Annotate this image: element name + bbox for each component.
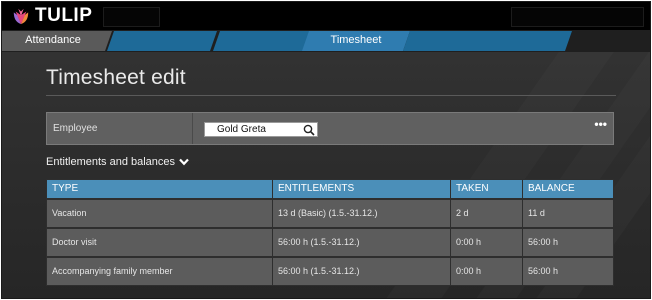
cell-type: Accompanying family member [46,255,273,286]
entitlements-toggle[interactable]: Entitlements and balances [46,156,189,168]
search-icon[interactable] [303,124,315,136]
tab-blank-3-shape [403,31,572,51]
column-header-taken[interactable]: TAKEN [450,179,523,199]
chevron-down-icon [179,158,189,166]
brand-name: TULIP [35,5,93,26]
column-header-balance[interactable]: BALANCE [522,179,614,199]
tab-blank-1-shape [107,31,217,51]
cell-entitlements: 56:00 h (1.5.-31.12.) [272,226,451,257]
employee-row: Employee Gold Greta ••• [46,112,614,145]
tab-strip: Attendance Timesheet [2,30,650,52]
table-row[interactable]: Accompanying family member 56:00 h (1.5.… [46,255,614,286]
cell-taken: 0:00 h [450,255,523,286]
entitlements-heading: Entitlements and balances [46,156,176,168]
field-divider [192,113,193,144]
cell-entitlements: 56:00 h (1.5.-31.12.) [272,255,451,286]
table-row[interactable]: Doctor visit 56:00 h (1.5.-31.12.) 0:00 … [46,226,614,257]
more-options-button[interactable]: ••• [594,118,607,130]
employee-search-input[interactable]: Gold Greta [204,122,318,137]
employee-label: Employee [53,123,98,134]
tab-timesheet[interactable]: Timesheet [302,31,410,51]
cell-balance: 56:00 h [522,255,614,286]
top-bar: TULIP [2,2,650,30]
redacted-area-right [511,7,644,27]
redacted-area-left [103,7,160,27]
tab-label: Timesheet [330,34,382,46]
page-title: Timesheet edit [46,66,186,89]
tab-attendance[interactable]: Attendance [2,31,112,51]
main-content: Timesheet edit Employee Gold Greta ••• E… [2,52,650,298]
employee-value: Gold Greta [217,124,266,135]
table-row[interactable]: Vacation 13 d (Basic) (1.5.-31.12.) 2 d … [46,197,614,228]
table-header-row: TYPE ENTITLEMENTS TAKEN BALANCE [46,179,614,199]
app-window: TULIP Attendance Timesheet Timesheet edi… [1,1,651,299]
cell-taken: 2 d [450,197,523,228]
entitlements-table: TYPE ENTITLEMENTS TAKEN BALANCE Vacation… [46,179,614,286]
cell-type: Doctor visit [46,226,273,257]
tab-blank-3[interactable] [403,31,572,51]
cell-balance: 11 d [522,197,614,228]
column-header-entitlements[interactable]: ENTITLEMENTS [272,179,451,199]
title-divider [46,95,616,96]
cell-entitlements: 13 d (Basic) (1.5.-31.12.) [272,197,451,228]
column-header-type[interactable]: TYPE [46,179,273,199]
cell-balance: 56:00 h [522,226,614,257]
tab-blank-1[interactable] [107,31,217,51]
tab-label: Attendance [25,34,81,46]
brand-logo[interactable]: TULIP [12,5,93,26]
cell-taken: 0:00 h [450,226,523,257]
tulip-logo-icon [13,8,29,25]
cell-type: Vacation [46,197,273,228]
